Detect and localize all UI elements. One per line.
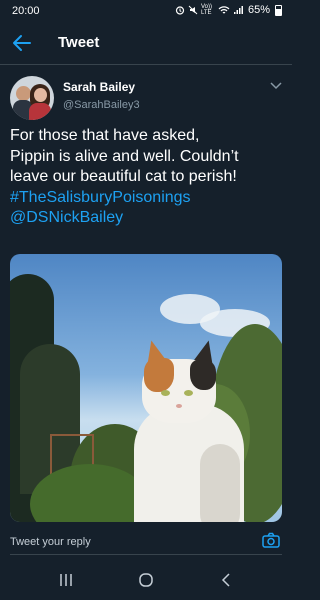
signal-icon (233, 6, 243, 14)
alarm-icon (175, 6, 185, 15)
chevron-down-icon[interactable] (270, 82, 282, 90)
avatar-person-1-face (16, 86, 31, 101)
cat-patch (144, 358, 174, 392)
status-bar: 20:00 Vo)) LTE 65% (0, 0, 292, 22)
avatar-person-2-body (29, 103, 51, 120)
battery-percent: 65% (247, 4, 270, 16)
cat-eye (184, 390, 193, 396)
cat-eye (161, 390, 170, 396)
author-name[interactable]: Sarah Bailey (63, 80, 135, 94)
back-nav-icon[interactable] (218, 572, 236, 588)
reply-composer: Tweet your reply (0, 526, 292, 556)
tweet-photo[interactable] (10, 254, 282, 522)
recent-apps-icon[interactable] (57, 572, 75, 588)
top-app-bar: Tweet (0, 22, 292, 65)
wifi-icon (218, 6, 230, 14)
divider (10, 554, 282, 555)
home-icon[interactable] (137, 572, 155, 588)
battery-icon (275, 4, 282, 16)
page-title: Tweet (58, 34, 100, 51)
tweet-author: Sarah Bailey @SarahBailey3 (10, 72, 282, 122)
system-nav-bar (0, 560, 292, 600)
tweet-body: For those that have asked, Pippin is ali… (10, 126, 286, 229)
tweet-text-line: Pippin is alive and well. Couldn’t (10, 147, 239, 165)
tweet-text-line: For those that have asked, (10, 127, 200, 144)
reply-input[interactable]: Tweet your reply (10, 536, 91, 548)
avatar[interactable] (10, 76, 54, 120)
avatar-person-2-face (34, 88, 47, 102)
mute-icon (188, 5, 198, 15)
cat-nose (176, 404, 182, 408)
mention-link[interactable]: @DSNickBailey (10, 208, 286, 229)
author-handle[interactable]: @SarahBailey3 (63, 99, 140, 111)
status-time: 20:00 (12, 5, 40, 17)
cat-shadow (200, 444, 240, 522)
hashtag-link[interactable]: #TheSalisburyPoisonings (10, 188, 286, 209)
back-arrow-icon[interactable] (12, 34, 32, 52)
tweet-text-line: leave our beautiful cat to perish! (10, 168, 237, 185)
camera-icon[interactable] (262, 532, 280, 548)
network-label: Vo)) LTE (200, 4, 212, 16)
status-icons: Vo)) LTE 65% (175, 4, 282, 16)
cat-patch (190, 360, 216, 390)
